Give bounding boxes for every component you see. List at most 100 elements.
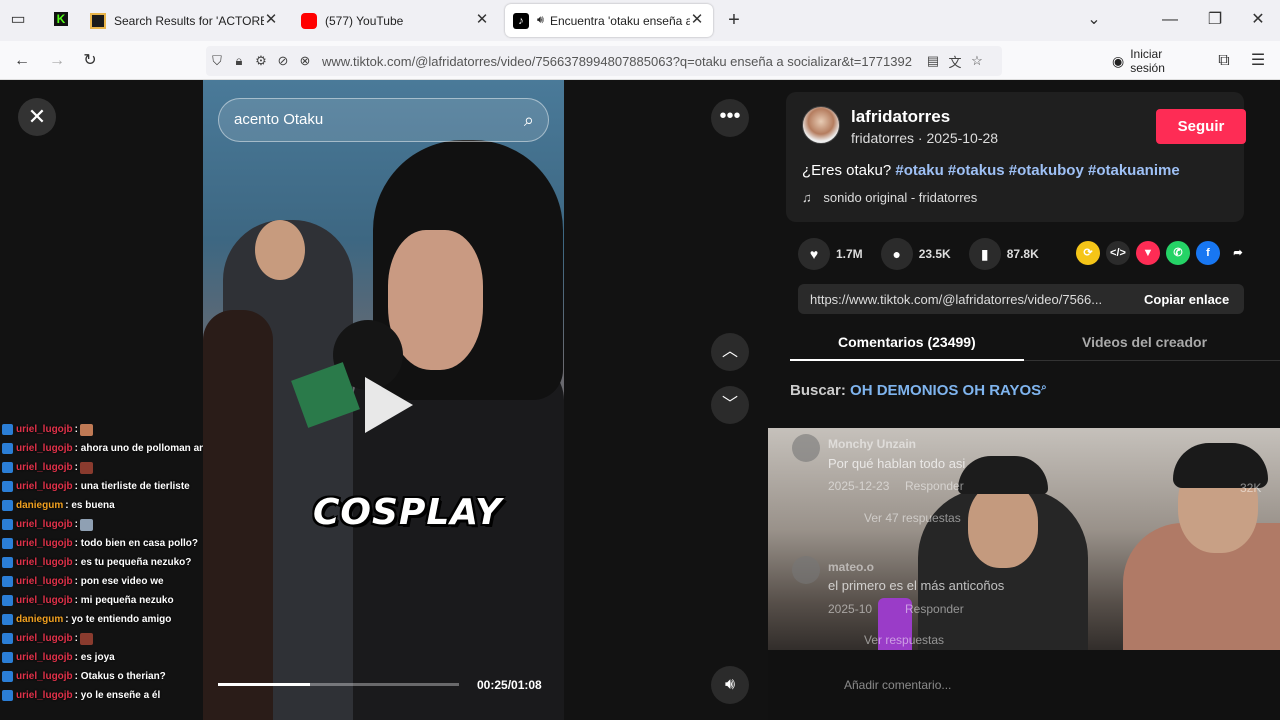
blocked-media-icon[interactable]: ⊘ (272, 53, 294, 69)
chat-username[interactable]: uriel_lugojb (16, 443, 73, 454)
view-replies[interactable]: Ver respuestas (864, 633, 944, 647)
comment-like-count[interactable]: 32K (1240, 481, 1261, 495)
chat-username[interactable]: uriel_lugojb (16, 481, 73, 492)
search-suggestion[interactable]: Buscar: OH DEMONIOS OH RAYOS⌕ (790, 382, 1047, 399)
reply-button[interactable]: Responder (905, 602, 964, 616)
hashtag-link[interactable]: #otaku (895, 162, 943, 179)
lock-icon[interactable]: 🔒︎ (228, 53, 250, 69)
tab-tiktok[interactable]: ♪ 🔊︎ Encuentra 'otaku enseña a ✕ (505, 4, 713, 37)
list-all-tabs-icon[interactable]: ⌄ (1082, 8, 1106, 32)
chat-username[interactable]: uriel_lugojb (16, 652, 73, 663)
autoplay-blocked-icon[interactable]: ⊗ (294, 53, 316, 69)
url-text[interactable]: www.tiktok.com/@lafridatorres/video/7566… (322, 54, 912, 69)
chat-username[interactable]: uriel_lugojb (16, 595, 73, 606)
url-bar[interactable]: ⛉ 🔒︎ ⚙ ⊘ ⊗ www.tiktok.com/@lafridatorres… (206, 46, 1002, 76)
hashtag-link[interactable]: #otakus (948, 162, 1005, 179)
chat-username[interactable]: uriel_lugojb (16, 576, 73, 587)
chat-username[interactable]: uriel_lugojb (16, 424, 73, 435)
reader-view-icon[interactable]: ▤ (922, 53, 944, 69)
tab-list-icon[interactable]: ▭ (6, 8, 30, 32)
tab-creator-videos[interactable]: Videos del creador (1082, 334, 1207, 350)
comment-user[interactable]: mateo.o (828, 560, 874, 574)
chat-badge-icon (2, 500, 13, 511)
back-icon[interactable]: ← (10, 49, 34, 73)
youtube-icon (301, 12, 317, 29)
stream-chat: uriel_lugojb: uriel_lugojb: ahora uno de … (0, 420, 203, 720)
chat-username[interactable]: uriel_lugojb (16, 519, 73, 530)
permissions-icon[interactable]: ⚙ (250, 53, 272, 69)
avatar[interactable] (802, 106, 840, 144)
sign-in-button[interactable]: ◉ Iniciar sesión (1104, 46, 1200, 76)
add-comment-input[interactable]: Añadir comentario... (844, 678, 951, 692)
share-arrow-icon[interactable]: ➦ (1226, 241, 1250, 265)
next-video-button[interactable]: ﹀ (711, 386, 749, 424)
view-replies[interactable]: Ver 47 respuestas (864, 511, 961, 525)
share-link-text[interactable]: https://www.tiktok.com/@lafridatorres/vi… (798, 292, 1128, 307)
translate-icon[interactable]: 文 (944, 52, 966, 71)
hashtag-link[interactable]: #otakuboy (1009, 162, 1084, 179)
menu-icon[interactable]: ☰ (1246, 49, 1270, 73)
close-tab-icon[interactable]: ✕ (689, 12, 705, 28)
copy-link-button[interactable]: Copiar enlace (1128, 292, 1229, 307)
engagement-stats: ♥ 1.7M ● 23.5K ▮ 87.8K (798, 238, 1057, 270)
comment-avatar[interactable] (792, 434, 820, 462)
search-suggestion-query[interactable]: OH DEMONIOS OH RAYOS (850, 382, 1041, 399)
chat-username[interactable]: uriel_lugojb (16, 557, 73, 568)
hashtag-link[interactable]: #otakuanime (1088, 162, 1180, 179)
chat-username[interactable]: uriel_lugojb (16, 633, 73, 644)
chat-message: uriel_lugojb: (0, 629, 203, 648)
previous-video-button[interactable]: ︿ (711, 333, 749, 371)
facebook-icon[interactable]: f (1196, 241, 1220, 265)
sign-in-label: Iniciar sesión (1130, 47, 1165, 75)
close-tab-icon[interactable]: ✕ (263, 12, 279, 28)
forward-icon[interactable]: → (45, 49, 69, 73)
reload-icon[interactable]: ↻ (78, 49, 102, 73)
tab-youtube[interactable]: (577) YouTube ✕ (293, 4, 498, 37)
save-button[interactable]: ▮ 87.8K (968, 238, 1039, 270)
close-tab-icon[interactable]: ✕ (474, 12, 490, 28)
chat-badge-icon (2, 538, 13, 549)
volume-button[interactable]: 🔊︎ (711, 666, 749, 704)
minimize-icon[interactable]: — (1158, 8, 1182, 32)
new-tab-icon[interactable]: + (722, 8, 746, 32)
embed-icon[interactable]: </> (1106, 241, 1130, 265)
chat-username[interactable]: uriel_lugojb (16, 462, 73, 473)
extensions-icon[interactable]: ⧉ (1212, 49, 1236, 73)
play-icon[interactable] (365, 377, 413, 433)
chat-username[interactable]: daniegum (16, 500, 63, 511)
audio-playing-icon[interactable]: 🔊︎ (537, 14, 544, 27)
close-video-button[interactable]: ✕ (18, 98, 56, 136)
chat-username[interactable]: uriel_lugojb (16, 538, 73, 549)
video-player[interactable]: acento Otaku ⌕ COSPLAY 00:25/01:08 (203, 80, 564, 720)
reply-button[interactable]: Responder (905, 479, 964, 493)
repost-icon[interactable]: ⟳ (1076, 241, 1100, 265)
send-icon[interactable]: ▼ (1136, 241, 1160, 265)
browser-tabbar: ▭ K Search Results for 'ACTORES DE ✕ (57… (0, 0, 1280, 41)
comment-avatar[interactable] (792, 556, 820, 584)
chat-username[interactable]: uriel_lugojb (16, 690, 73, 701)
tab-comments[interactable]: Comentarios (23499) (838, 334, 976, 350)
tiktok-page: ✕ acento Otaku ⌕ COSPLAY 00:25/01:08 •••… (0, 80, 1280, 720)
creator-username[interactable]: lafridatorres (851, 107, 950, 127)
like-button[interactable]: ♥ 1.7M (798, 238, 863, 270)
comment-button[interactable]: ● 23.5K (880, 238, 951, 270)
video-search-pill[interactable]: acento Otaku ⌕ (218, 98, 549, 142)
pinned-tab-kick[interactable]: K (54, 12, 68, 26)
comment-user[interactable]: Monchy Unzain (828, 437, 916, 451)
restore-icon[interactable]: ❐ (1203, 8, 1227, 32)
whatsapp-icon[interactable]: ✆ (1166, 241, 1190, 265)
follow-button[interactable]: Seguir (1156, 109, 1246, 144)
chat-message: uriel_lugojb: (0, 420, 203, 439)
bookmark-star-icon[interactable]: ☆ (966, 53, 988, 69)
shield-icon[interactable]: ⛉ (206, 53, 228, 69)
video-progress-bar[interactable] (218, 683, 459, 686)
more-options-button[interactable]: ••• (711, 99, 749, 137)
close-window-icon[interactable]: ✕ (1246, 8, 1270, 32)
comment-icon: ● (880, 238, 913, 270)
webcam-cap (958, 456, 1048, 494)
sound-link[interactable]: ♫ sonido original - fridatorres (802, 190, 977, 205)
chat-username[interactable]: daniegum (16, 614, 63, 625)
chat-message: uriel_lugojb: pon ese video we (0, 572, 203, 591)
chat-username[interactable]: uriel_lugojb (16, 671, 73, 682)
tab-search-results[interactable]: Search Results for 'ACTORES DE ✕ (82, 4, 287, 37)
